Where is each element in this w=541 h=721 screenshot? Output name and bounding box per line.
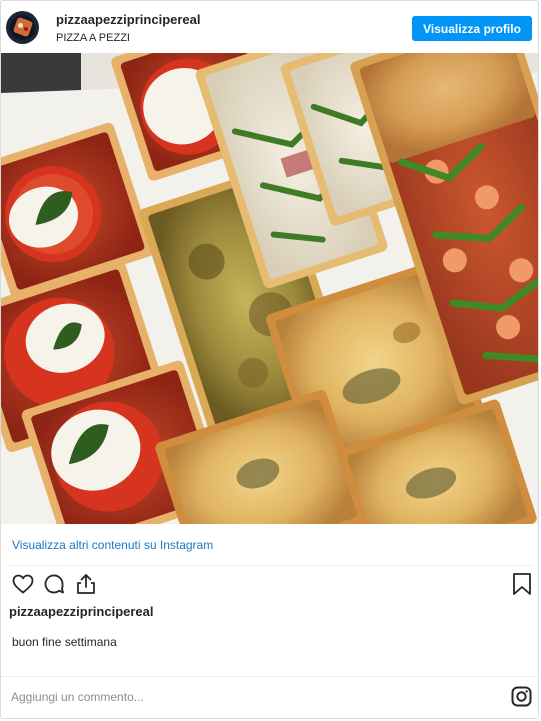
bookmark-icon[interactable] bbox=[512, 572, 532, 596]
caption-username[interactable]: pizzaapezziprincipereal bbox=[9, 604, 154, 619]
account-subtitle: PIZZA A PEZZI bbox=[56, 32, 130, 44]
avatar[interactable] bbox=[6, 11, 39, 44]
heart-icon[interactable] bbox=[11, 572, 35, 596]
post-header: pizzaapezziprincipereal PIZZA A PEZZI Vi… bbox=[1, 1, 538, 53]
pizza-photo-illustration bbox=[1, 53, 538, 524]
post-photo[interactable] bbox=[1, 53, 538, 524]
share-icon[interactable] bbox=[75, 572, 97, 596]
view-more-on-instagram-link[interactable]: Visualizza altri contenuti su Instagram bbox=[12, 538, 213, 552]
add-comment-input[interactable]: Aggiungi un commento... bbox=[11, 690, 144, 704]
caption-text: buon fine settimana bbox=[12, 635, 117, 649]
instagram-embed: pizzaapezziprincipereal PIZZA A PEZZI Vi… bbox=[0, 0, 539, 719]
view-profile-button[interactable]: Visualizza profilo bbox=[412, 16, 532, 41]
instagram-icon[interactable] bbox=[511, 686, 532, 707]
comment-icon[interactable] bbox=[42, 572, 66, 596]
username[interactable]: pizzaapezziprincipereal bbox=[56, 12, 201, 27]
divider bbox=[1, 676, 538, 677]
divider bbox=[8, 565, 533, 566]
